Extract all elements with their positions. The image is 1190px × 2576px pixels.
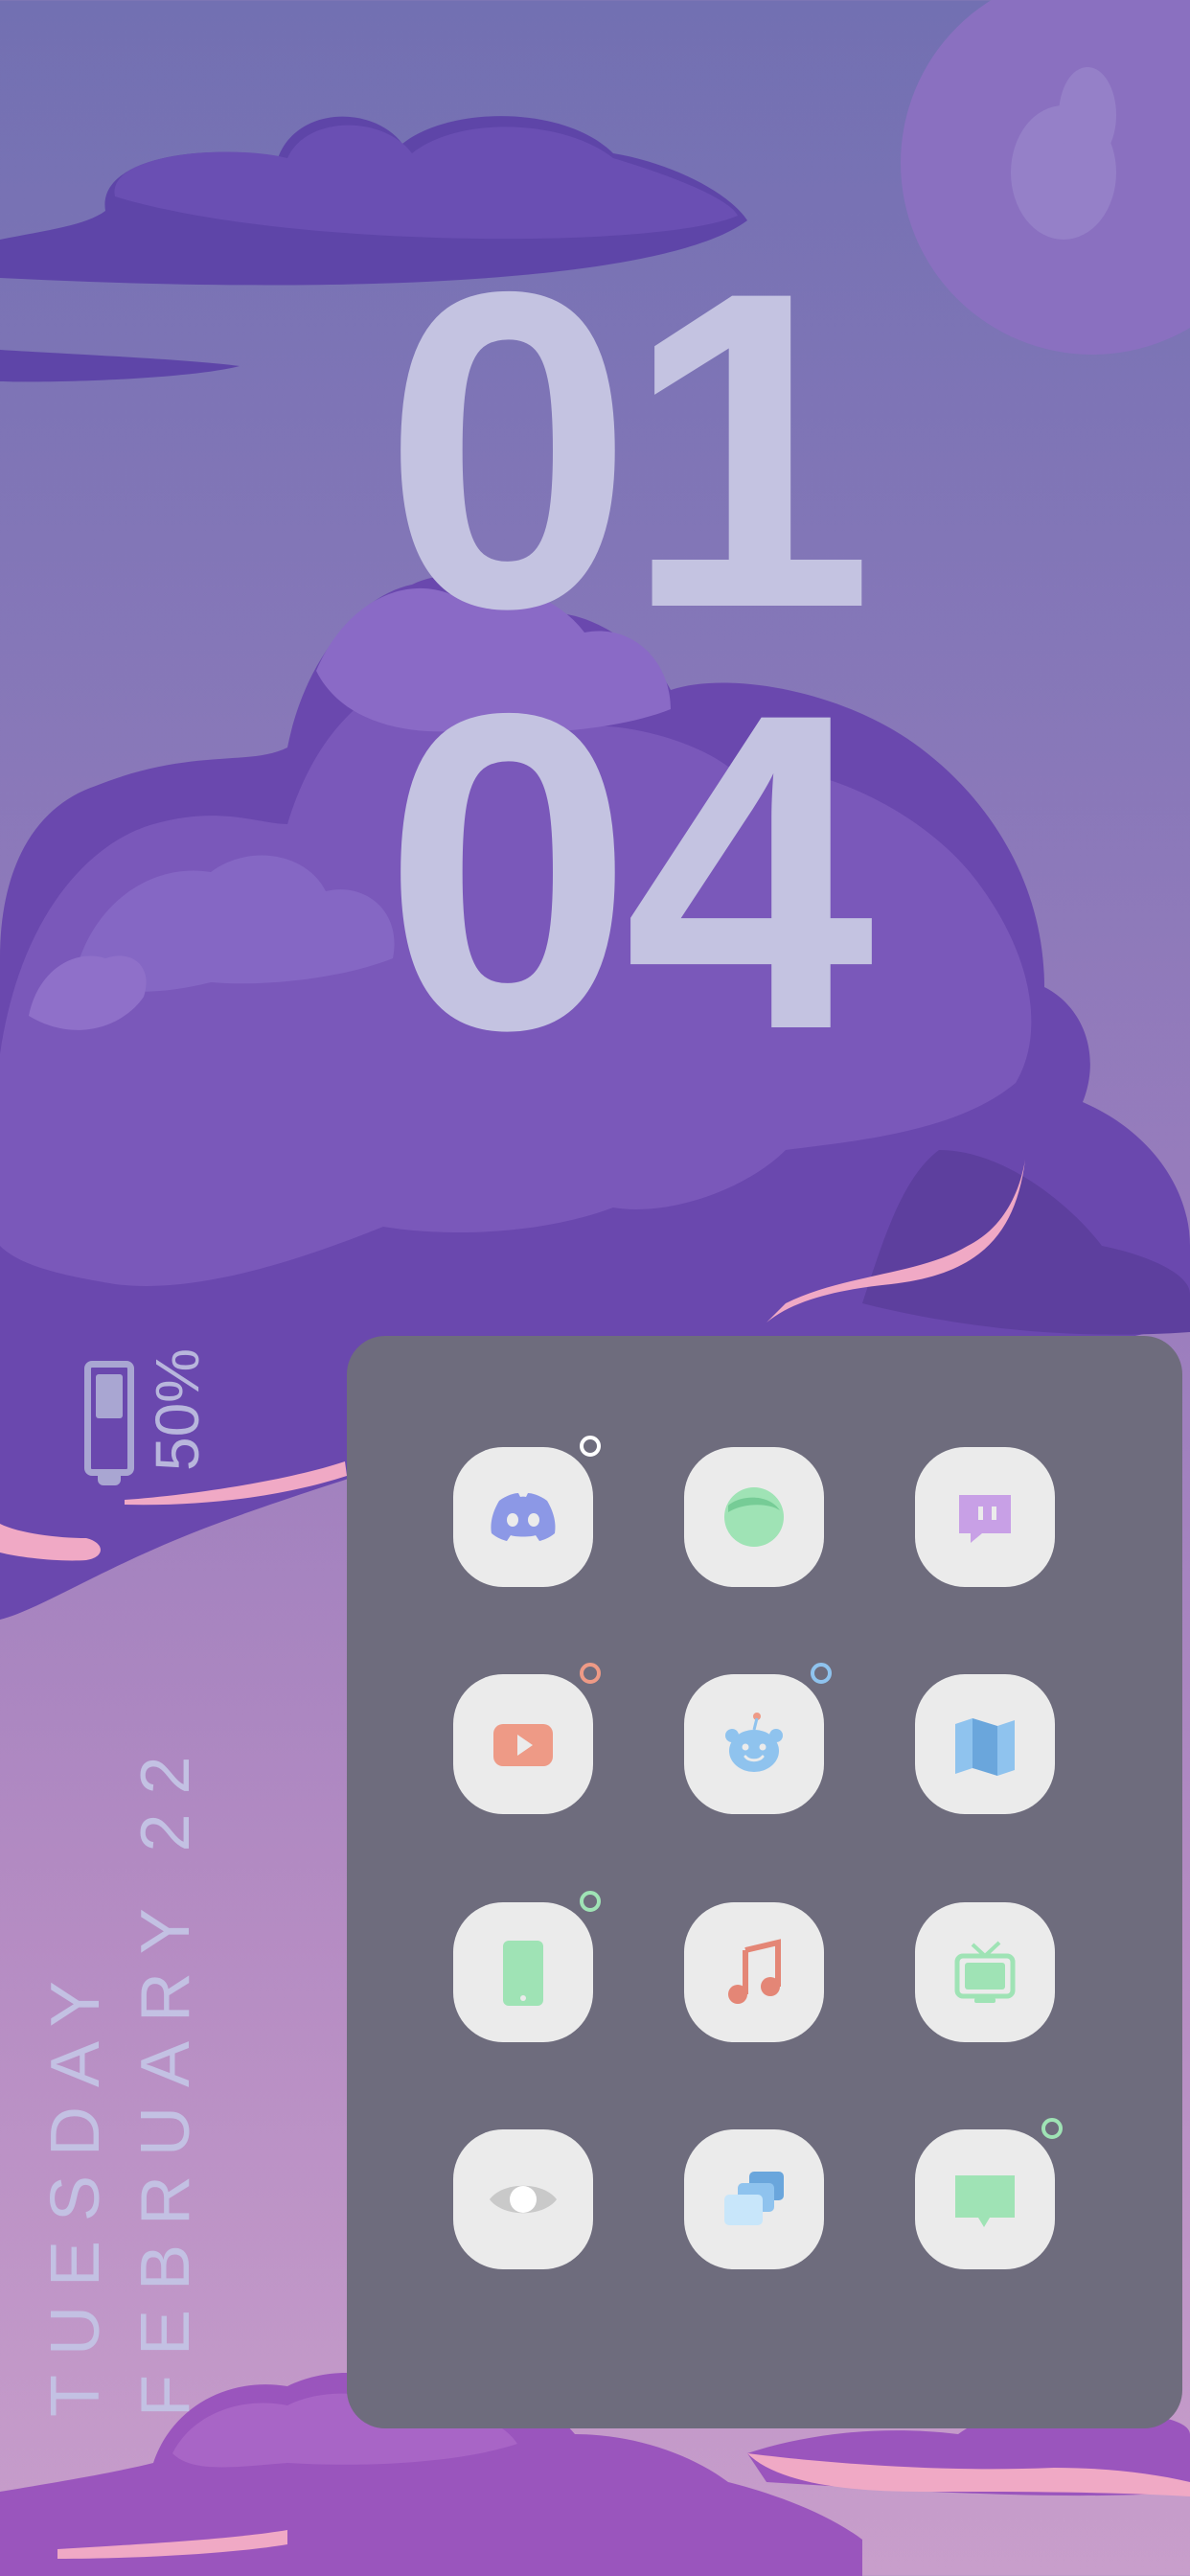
message-icon	[955, 2175, 1015, 2227]
green-ball-icon	[724, 1487, 784, 1547]
date-month-day: FEBRUARY 22	[127, 1736, 204, 2417]
battery-percentage: 50%	[143, 1347, 212, 1471]
youtube-icon	[493, 1724, 553, 1766]
app-green-ball[interactable]	[684, 1447, 824, 1587]
notification-dot	[811, 1663, 832, 1684]
clock-hour: 01	[382, 198, 875, 702]
clock-minute: 04	[382, 620, 875, 1123]
notification-dot	[580, 1891, 601, 1912]
app-twitch[interactable]	[915, 1447, 1055, 1587]
notification-dot	[1041, 2118, 1063, 2139]
maps-icon	[955, 1718, 1015, 1776]
app-message[interactable]	[915, 2129, 1055, 2269]
app-maps[interactable]	[915, 1674, 1055, 1814]
tv-icon	[954, 1941, 1016, 2003]
eye-icon	[490, 2185, 557, 2214]
app-tv[interactable]	[915, 1902, 1055, 2042]
stacked-cards-icon	[724, 2172, 784, 2225]
discord-icon	[491, 1493, 556, 1541]
app-eye[interactable]	[453, 2129, 593, 2269]
app-panel	[347, 1336, 1182, 2428]
twitch-icon	[959, 1495, 1011, 1543]
date-weekday: TUESDAY	[37, 1962, 114, 2417]
app-discord[interactable]	[453, 1447, 593, 1587]
app-stacked-cards[interactable]	[684, 2129, 824, 2269]
app-reddit[interactable]	[684, 1674, 824, 1814]
notification-dot	[580, 1663, 601, 1684]
app-music[interactable]	[684, 1902, 824, 2042]
phone-icon	[503, 1941, 543, 2006]
battery-icon	[84, 1361, 148, 1485]
notification-dot	[580, 1436, 601, 1457]
reddit-icon	[725, 1713, 783, 1772]
app-phone[interactable]	[453, 1902, 593, 2042]
app-youtube[interactable]	[453, 1674, 593, 1814]
battery-fill	[96, 1374, 123, 1418]
music-icon	[728, 1939, 781, 2004]
